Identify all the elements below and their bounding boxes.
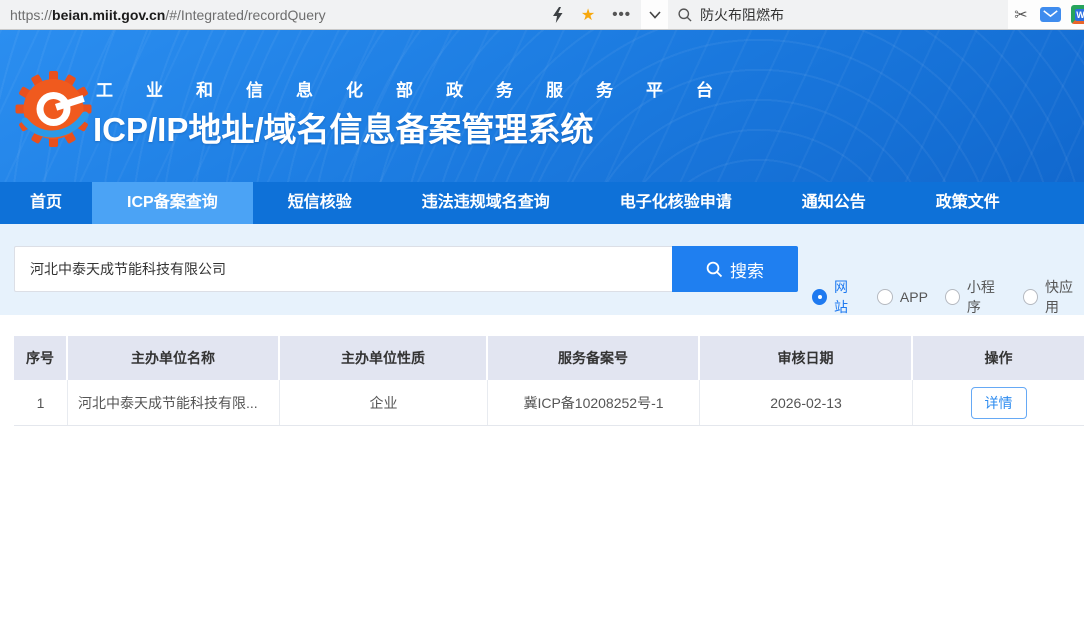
cell-record-number: 冀ICP备10208252号-1: [488, 380, 700, 425]
record-type-radios: 网站 APP 小程序 快应用: [812, 277, 1084, 317]
search-button[interactable]: 搜索: [672, 246, 798, 292]
cell-actions: 详情: [913, 380, 1084, 425]
browser-search-box[interactable]: 防火布阻燃布: [668, 0, 1008, 29]
table-row: 1 河北中泰天成节能科技有限... 企业 冀ICP备10208252号-1 20…: [14, 380, 1084, 426]
nav-item-policy-files[interactable]: 政策文件: [901, 182, 1035, 224]
miit-logo-icon: [13, 63, 93, 159]
wps-icon[interactable]: W: [1071, 5, 1084, 24]
nav-item-home[interactable]: 首页: [0, 182, 92, 224]
dropdown-chevron-icon[interactable]: [641, 0, 668, 29]
col-header-audit-date: 审核日期: [700, 336, 913, 380]
browser-search-text: 防火布阻燃布: [700, 5, 784, 25]
bookmark-star-icon[interactable]: ★: [581, 5, 595, 25]
query-section: 搜索 网站 APP 小程序 快应用: [0, 224, 1084, 315]
radio-app-circle[interactable]: [877, 289, 893, 305]
wps-icon-letter: W: [1075, 9, 1084, 21]
table-header-row: 序号 主办单位名称 主办单位性质 服务备案号 审核日期 操作: [14, 336, 1084, 380]
cell-audit-date: 2026-02-13: [700, 380, 913, 425]
radio-quickapp-label: 快应用: [1045, 277, 1084, 317]
col-header-org-nature: 主办单位性质: [280, 336, 488, 380]
url-host: beian.miit.gov.cn: [52, 7, 165, 23]
address-bar[interactable]: https://beian.miit.gov.cn/#/Integrated/r…: [0, 0, 641, 29]
page-url[interactable]: https://beian.miit.gov.cn/#/Integrated/r…: [10, 7, 326, 23]
radio-miniprogram-label: 小程序: [967, 277, 1006, 317]
radio-website-label: 网站: [834, 277, 860, 317]
col-header-actions: 操作: [913, 336, 1084, 380]
address-bar-icons: ★ •••: [551, 5, 631, 25]
nav-item-sms-verify[interactable]: 短信核验: [253, 182, 387, 224]
radio-miniprogram[interactable]: 小程序: [945, 277, 1006, 317]
radio-website[interactable]: 网站: [812, 277, 860, 317]
radio-app-label: APP: [900, 289, 928, 305]
radio-quickapp-circle[interactable]: [1023, 289, 1038, 305]
radio-app[interactable]: APP: [877, 289, 928, 305]
query-input[interactable]: [14, 246, 672, 292]
mail-icon[interactable]: [1040, 7, 1061, 22]
nav-item-icp-record-query[interactable]: ICP备案查询: [92, 182, 253, 224]
cell-org-nature: 企业: [280, 380, 488, 425]
results-table: 序号 主办单位名称 主办单位性质 服务备案号 审核日期 操作 1 河北中泰天成节…: [14, 336, 1084, 426]
col-header-index: 序号: [14, 336, 68, 380]
platform-subtitle: 工业和信息化部政务服务平台: [96, 76, 746, 101]
radio-quickapp[interactable]: 快应用: [1023, 277, 1084, 317]
radio-website-circle[interactable]: [812, 289, 827, 305]
main-nav: 首页 ICP备案查询 短信核验 违法违规域名查询 电子化核验申请 通知公告 政策…: [0, 182, 1084, 224]
more-menu-icon[interactable]: •••: [612, 6, 631, 23]
scissors-icon[interactable]: ✂: [1008, 0, 1034, 29]
search-icon: [678, 8, 692, 22]
lightning-icon[interactable]: [551, 7, 564, 23]
url-scheme: https://: [10, 7, 52, 23]
url-path: /#/Integrated/recordQuery: [165, 7, 325, 23]
nav-item-illegal-domain-query[interactable]: 违法违规域名查询: [387, 182, 585, 224]
nav-item-electronic-verify[interactable]: 电子化核验申请: [585, 182, 767, 224]
site-title: ICP/IP地址/域名信息备案管理系统: [93, 103, 594, 151]
search-icon: [706, 261, 723, 278]
cell-index: 1: [14, 380, 68, 425]
col-header-org-name: 主办单位名称: [68, 336, 280, 380]
nav-item-notices[interactable]: 通知公告: [767, 182, 901, 224]
detail-button[interactable]: 详情: [971, 387, 1027, 419]
col-header-record-number: 服务备案号: [488, 336, 700, 380]
browser-toolbar: https://beian.miit.gov.cn/#/Integrated/r…: [0, 0, 1084, 30]
search-button-label: 搜索: [730, 257, 764, 282]
site-banner: 工业和信息化部政务服务平台 ICP/IP地址/域名信息备案管理系统: [0, 30, 1084, 182]
cell-org-name: 河北中泰天成节能科技有限...: [68, 380, 280, 425]
radio-miniprogram-circle[interactable]: [945, 289, 960, 305]
